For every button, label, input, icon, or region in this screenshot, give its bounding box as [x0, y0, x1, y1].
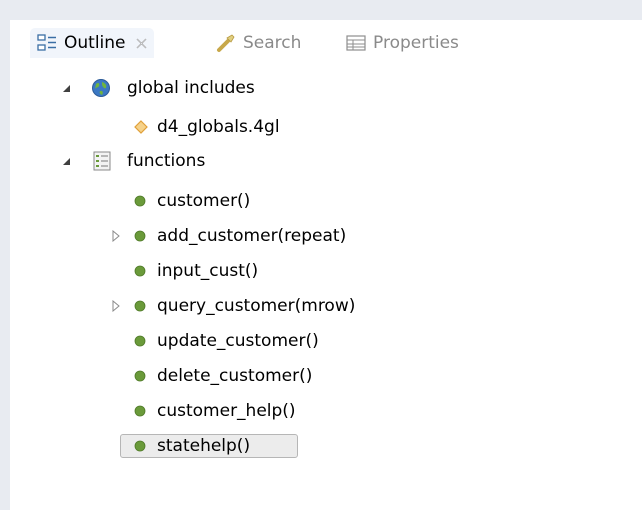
- tree-node-include-file[interactable]: d4_globals.4gl: [10, 114, 410, 140]
- expanded-arrow-icon[interactable]: [60, 82, 72, 94]
- outline-view: Outline Search Properties global include…: [0, 0, 642, 510]
- collapsed-arrow-icon[interactable]: [110, 230, 122, 242]
- top-border: [0, 0, 642, 20]
- tree-node-functions[interactable]: functions: [10, 148, 410, 174]
- tab-properties[interactable]: Properties: [345, 28, 459, 58]
- function-item[interactable]: add_customer(repeat): [10, 223, 410, 249]
- function-dot-icon: [134, 440, 146, 452]
- function-item[interactable]: update_customer(): [10, 328, 410, 354]
- tree-node-label: functions: [127, 151, 206, 171]
- left-border: [0, 0, 10, 510]
- tree-node-label: d4_globals.4gl: [157, 117, 280, 137]
- close-icon[interactable]: [134, 35, 150, 51]
- function-label: customer(): [157, 191, 251, 211]
- function-dot-icon: [134, 230, 146, 242]
- globe-icon: [90, 77, 112, 99]
- tree-node-global-includes[interactable]: global includes: [10, 75, 410, 101]
- function-label: query_customer(mrow): [157, 296, 356, 316]
- function-item[interactable]: customer_help(): [10, 398, 410, 424]
- function-dot-icon: [134, 405, 146, 417]
- functions-list-icon: [92, 151, 112, 171]
- function-dot-icon: [134, 335, 146, 347]
- function-item-selected[interactable]: statehelp(): [10, 433, 410, 459]
- function-item[interactable]: delete_customer(): [10, 363, 410, 389]
- tab-outline[interactable]: Outline: [30, 28, 154, 58]
- tab-properties-label: Properties: [373, 33, 459, 53]
- function-label: delete_customer(): [157, 366, 313, 386]
- function-item[interactable]: customer(): [10, 188, 410, 214]
- expanded-arrow-icon[interactable]: [60, 155, 72, 167]
- function-item[interactable]: input_cust(): [10, 258, 410, 284]
- function-label: statehelp(): [157, 436, 251, 456]
- diamond-icon: [134, 120, 148, 134]
- function-dot-icon: [134, 300, 146, 312]
- search-flashlight-icon: [215, 32, 237, 54]
- function-dot-icon: [134, 195, 146, 207]
- outline-icon: [36, 32, 58, 54]
- properties-icon: [345, 32, 367, 54]
- function-dot-icon: [134, 265, 146, 277]
- tab-search-label: Search: [243, 33, 302, 53]
- tab-bar: Outline Search Properties: [10, 20, 642, 66]
- tree-node-label: global includes: [127, 78, 255, 98]
- function-item[interactable]: query_customer(mrow): [10, 293, 410, 319]
- function-label: input_cust(): [157, 261, 259, 281]
- function-label: add_customer(repeat): [157, 226, 347, 246]
- outline-tree: global includes d4_globals.4gl functions…: [10, 66, 642, 510]
- collapsed-arrow-icon[interactable]: [110, 300, 122, 312]
- function-dot-icon: [134, 370, 146, 382]
- tab-outline-label: Outline: [64, 33, 126, 53]
- function-label: customer_help(): [157, 401, 296, 421]
- function-label: update_customer(): [157, 331, 319, 351]
- tab-search[interactable]: Search: [215, 28, 301, 58]
